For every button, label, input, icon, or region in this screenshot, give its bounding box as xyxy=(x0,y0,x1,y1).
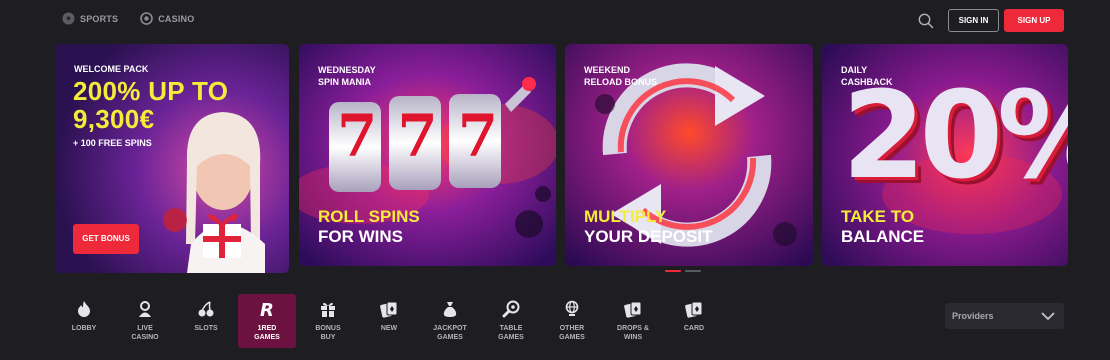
carousel-indicators xyxy=(665,270,701,272)
banner-title: WEDNESDAY SPIN MANIA xyxy=(318,64,376,88)
reel-sevens: 777 xyxy=(337,102,519,170)
category-slots[interactable]: SLOTS xyxy=(177,294,235,348)
cards-icon xyxy=(685,300,703,318)
headline-line-1: 200% UP TO xyxy=(73,76,229,106)
category-label: 1RED GAMES xyxy=(254,325,280,341)
search-icon xyxy=(918,13,934,29)
gift-icon xyxy=(319,300,337,318)
title-line-2: RELOAD BONUS xyxy=(584,77,658,87)
category-table-games[interactable]: TABLE GAMES xyxy=(482,294,540,348)
casino-chip-icon xyxy=(140,12,154,25)
category-label: JACKPOT GAMES xyxy=(433,325,467,341)
banner-promo: MULTIPLY YOUR DEPOSIT xyxy=(584,207,712,247)
banner-daily-cashback[interactable]: 20% DAILY CASHBACK TAKE TO BALANCE xyxy=(822,44,1068,266)
cards-icon xyxy=(380,300,398,318)
category-label: BONUS BUY xyxy=(315,325,341,341)
nav-sports[interactable]: SPORTS xyxy=(62,12,118,25)
banner-reload-bonus[interactable]: WEEKEND RELOAD BONUS MULTIPLY YOUR DEPOS… xyxy=(565,44,813,266)
banner-spin-mania[interactable]: 777 WEDNESDAY SPIN MANIA ROLL SPINS FOR … xyxy=(299,44,556,266)
category-label: LIVE CASINO xyxy=(131,325,159,341)
cards-icon xyxy=(624,300,642,318)
category-jackpot-games[interactable]: JACKPOT GAMES xyxy=(421,294,479,348)
title-line-2: SPIN MANIA xyxy=(318,77,372,87)
nav-casino[interactable]: CASINO xyxy=(140,12,194,25)
category-label: SLOTS xyxy=(194,325,218,332)
top-nav: SPORTS CASINO xyxy=(62,12,194,25)
category-label: TABLE GAMES xyxy=(498,325,524,341)
category-new[interactable]: NEW xyxy=(360,294,418,348)
category-1red-games[interactable]: R 1RED GAMES xyxy=(238,294,296,348)
flame-icon xyxy=(75,300,93,318)
sign-up-button[interactable]: SIGN UP xyxy=(1004,9,1064,32)
category-label: DROPS & WINS xyxy=(617,325,649,341)
category-other-games[interactable]: OTHER GAMES xyxy=(543,294,601,348)
globe-icon xyxy=(563,300,581,318)
banner-headline: 200% UP TO 9,300€ xyxy=(73,77,228,133)
promo-line-2: YOUR DEPOSIT xyxy=(584,227,713,246)
banner-title: DAILY CASHBACK xyxy=(841,64,893,88)
title-line-2: CASHBACK xyxy=(841,77,893,87)
promo-line-2: FOR WINS xyxy=(318,227,403,246)
promo-line-1: MULTIPLY xyxy=(584,207,667,226)
category-label: LOBBY xyxy=(71,325,97,332)
roulette-icon xyxy=(502,300,520,318)
carousel-dot-2[interactable] xyxy=(685,270,701,272)
title-line-1: DAILY xyxy=(841,65,868,75)
promo-line-2: BALANCE xyxy=(841,227,925,246)
r-logo-icon: R xyxy=(258,300,276,318)
get-bonus-button[interactable]: GET BONUS xyxy=(73,224,139,254)
soccer-ball-icon xyxy=(62,12,75,25)
banner-promo: ROLL SPINS FOR WINS xyxy=(318,207,420,247)
banner-welcome-pack[interactable]: WELCOME PACK 200% UP TO 9,300€ + 100 FRE… xyxy=(55,44,289,273)
banner-subtitle: + 100 FREE SPINS xyxy=(73,138,152,148)
category-drops-wins[interactable]: DROPS & WINS xyxy=(604,294,662,348)
banner-title: WEEKEND RELOAD BONUS xyxy=(584,64,657,88)
providers-label: Providers xyxy=(952,311,994,321)
headline-line-2: 9,300€ xyxy=(73,104,155,134)
cashback-figure: 20% xyxy=(842,67,1068,206)
carousel-dot-1[interactable] xyxy=(665,270,681,272)
banner-promo: TAKE TO BALANCE xyxy=(841,207,924,247)
category-live-casino[interactable]: LIVE CASINO xyxy=(116,294,174,348)
nav-sports-label: SPORTS xyxy=(80,13,119,24)
category-label: NEW xyxy=(380,325,398,332)
title-line-1: WEDNESDAY xyxy=(318,65,376,75)
title-line-1: WEEKEND xyxy=(584,65,631,75)
providers-dropdown[interactable]: Providers xyxy=(945,303,1064,329)
promo-line-1: TAKE TO xyxy=(841,207,915,226)
nav-casino-label: CASINO xyxy=(158,13,195,24)
cherry-icon xyxy=(197,300,215,318)
category-card[interactable]: CARD xyxy=(665,294,723,348)
promo-line-1: ROLL SPINS xyxy=(318,207,420,226)
category-bonus-buy[interactable]: BONUS BUY xyxy=(299,294,357,348)
banner-title: WELCOME PACK xyxy=(74,64,149,74)
chevron-down-icon xyxy=(1041,311,1055,320)
search-button[interactable] xyxy=(917,12,935,30)
category-lobby[interactable]: LOBBY xyxy=(55,294,113,348)
sign-in-button[interactable]: SIGN IN xyxy=(948,9,999,32)
money-bag-icon xyxy=(441,300,459,318)
category-label: OTHER GAMES xyxy=(559,325,585,341)
category-label: CARD xyxy=(683,325,705,332)
game-categories: LOBBY LIVE CASINO SLOTS R 1RED GAMES BON… xyxy=(55,294,726,348)
dealer-icon xyxy=(136,300,154,318)
svg-text:R: R xyxy=(260,300,274,318)
